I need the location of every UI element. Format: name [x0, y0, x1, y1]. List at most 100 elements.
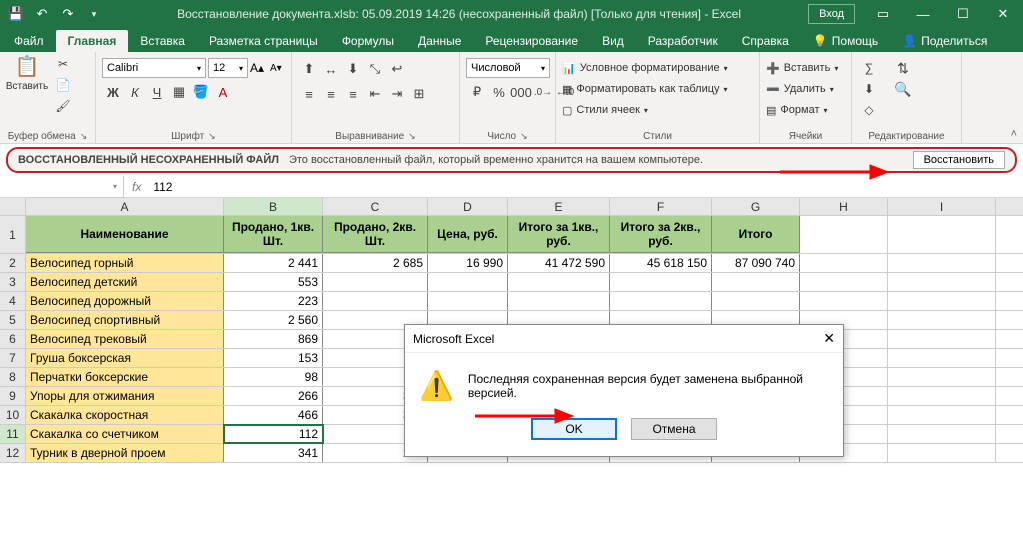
data-cell[interactable]: 869 [224, 330, 323, 348]
format-painter-icon[interactable]: 🖌 [52, 96, 74, 116]
row-header[interactable]: 2 [0, 254, 26, 272]
data-cell[interactable]: 466 [224, 406, 323, 424]
cut-icon[interactable]: ✂ [52, 54, 74, 74]
header-cell[interactable]: Итого за 1кв., руб. [508, 216, 610, 253]
data-cell[interactable] [888, 273, 996, 291]
data-cell[interactable]: 153 [224, 349, 323, 367]
row-header[interactable]: 9 [0, 387, 26, 405]
sort-filter-icon[interactable]: ⇅ [892, 58, 914, 78]
data-cell[interactable] [888, 425, 996, 443]
cell[interactable] [800, 216, 888, 253]
merge-cells-icon[interactable]: ⊞ [408, 83, 430, 105]
data-cell[interactable] [508, 292, 610, 310]
header-cell[interactable]: Продано, 2кв. Шт. [323, 216, 428, 253]
name-cell[interactable]: Велосипед дорожный [26, 292, 224, 310]
tab-data[interactable]: Данные [406, 30, 473, 52]
data-cell[interactable] [888, 330, 996, 348]
find-select-icon[interactable]: 🔍 [892, 79, 914, 99]
dialog-launcher-icon[interactable]: ↘ [520, 131, 528, 142]
data-cell[interactable] [888, 368, 996, 386]
data-cell[interactable] [888, 406, 996, 424]
tab-file[interactable]: Файл [2, 30, 56, 52]
data-cell[interactable] [508, 273, 610, 291]
comma-format-icon[interactable]: 000 [510, 81, 532, 103]
conditional-formatting-button[interactable]: 📊Условное форматирование▾ [562, 58, 728, 78]
data-cell[interactable]: 2 685 [323, 254, 428, 272]
tab-developer[interactable]: Разработчик [636, 30, 730, 52]
autosum-icon[interactable]: ∑ [858, 58, 880, 78]
data-cell[interactable]: 223 [224, 292, 323, 310]
data-cell[interactable]: 341 [224, 444, 323, 462]
header-cell[interactable]: Цена, руб. [428, 216, 508, 253]
column-header[interactable]: D [428, 198, 508, 215]
name-cell[interactable]: Упоры для отжимания [26, 387, 224, 405]
insert-cells-button[interactable]: ➕Вставить▾ [766, 58, 838, 78]
header-cell[interactable]: Итого [712, 216, 800, 253]
save-icon[interactable]: 💾 [4, 2, 28, 26]
fill-color-button[interactable]: 🪣 [190, 81, 212, 103]
bold-button[interactable]: Ж [102, 81, 124, 103]
row-header[interactable]: 8 [0, 368, 26, 386]
restore-button[interactable]: Восстановить [913, 151, 1005, 169]
data-cell[interactable]: 2 560 [224, 311, 323, 329]
name-cell[interactable]: Скакалка со счетчиком [26, 425, 224, 443]
data-cell[interactable]: 16 990 [428, 254, 508, 272]
copy-icon[interactable]: 📄 [52, 75, 74, 95]
row-header[interactable]: 10 [0, 406, 26, 424]
name-cell[interactable]: Велосипед горный [26, 254, 224, 272]
data-cell[interactable] [888, 349, 996, 367]
format-as-table-button[interactable]: ▦Форматировать как таблицу▾ [562, 79, 728, 99]
data-cell[interactable]: 553 [224, 273, 323, 291]
data-cell[interactable] [888, 444, 996, 462]
data-cell[interactable] [610, 273, 712, 291]
wrap-text-icon[interactable]: ↩ [386, 58, 408, 80]
font-color-button[interactable]: A [212, 81, 234, 103]
data-cell[interactable]: 87 090 740 [712, 254, 800, 272]
data-cell[interactable] [712, 292, 800, 310]
tab-home[interactable]: Главная [56, 30, 129, 52]
increase-decimal-icon[interactable]: .0→ [532, 81, 554, 103]
data-cell[interactable]: 45 618 150 [610, 254, 712, 272]
header-cell[interactable]: Продано, 1кв. Шт. [224, 216, 323, 253]
name-cell[interactable]: Турник в дверной проем [26, 444, 224, 462]
border-button[interactable]: ▦ [168, 81, 190, 103]
dialog-close-icon[interactable]: ✕ [823, 330, 835, 347]
column-header[interactable]: E [508, 198, 610, 215]
row-header[interactable]: 11 [0, 425, 26, 443]
name-cell[interactable]: Груша боксерская [26, 349, 224, 367]
name-cell[interactable]: Велосипед спортивный [26, 311, 224, 329]
data-cell[interactable] [712, 273, 800, 291]
maximize-icon[interactable]: ☐ [943, 0, 983, 28]
data-cell[interactable]: 112 [224, 425, 323, 443]
align-center-icon[interactable]: ≡ [320, 83, 342, 105]
row-header[interactable]: 1 [0, 216, 26, 253]
column-header[interactable]: C [323, 198, 428, 215]
data-cell[interactable]: 98 [224, 368, 323, 386]
data-cell[interactable] [888, 292, 996, 310]
orientation-icon[interactable]: ⤡ [364, 58, 386, 80]
row-header[interactable]: 5 [0, 311, 26, 329]
select-all-corner[interactable] [0, 198, 26, 215]
align-middle-icon[interactable]: ↔ [320, 58, 342, 80]
font-name-select[interactable]: Calibri▾ [102, 58, 206, 78]
paste-button[interactable]: 📋 Вставить [6, 54, 48, 92]
font-size-select[interactable]: 12▾ [208, 58, 248, 78]
header-cell[interactable]: Наименование [26, 216, 224, 253]
qat-dropdown-icon[interactable]: ▾ [82, 2, 106, 26]
formula-input[interactable]: 112 [149, 180, 1023, 194]
ribbon-options-icon[interactable]: ▭ [863, 0, 903, 28]
tab-insert[interactable]: Вставка [128, 30, 197, 52]
name-box[interactable]: ▾ [26, 176, 124, 198]
column-header[interactable]: G [712, 198, 800, 215]
tab-layout[interactable]: Разметка страницы [197, 30, 330, 52]
undo-icon[interactable]: ↶ [30, 2, 54, 26]
name-cell[interactable]: Велосипед детский [26, 273, 224, 291]
accounting-format-icon[interactable]: ₽ [466, 81, 488, 103]
data-cell[interactable] [323, 273, 428, 291]
data-cell[interactable] [800, 292, 888, 310]
cell-styles-button[interactable]: ▢Стили ячеек▾ [562, 100, 728, 120]
fx-icon[interactable]: fx [124, 180, 149, 194]
tab-help[interactable]: Справка [730, 30, 801, 52]
underline-button[interactable]: Ч [146, 81, 168, 103]
percent-format-icon[interactable]: % [488, 81, 510, 103]
